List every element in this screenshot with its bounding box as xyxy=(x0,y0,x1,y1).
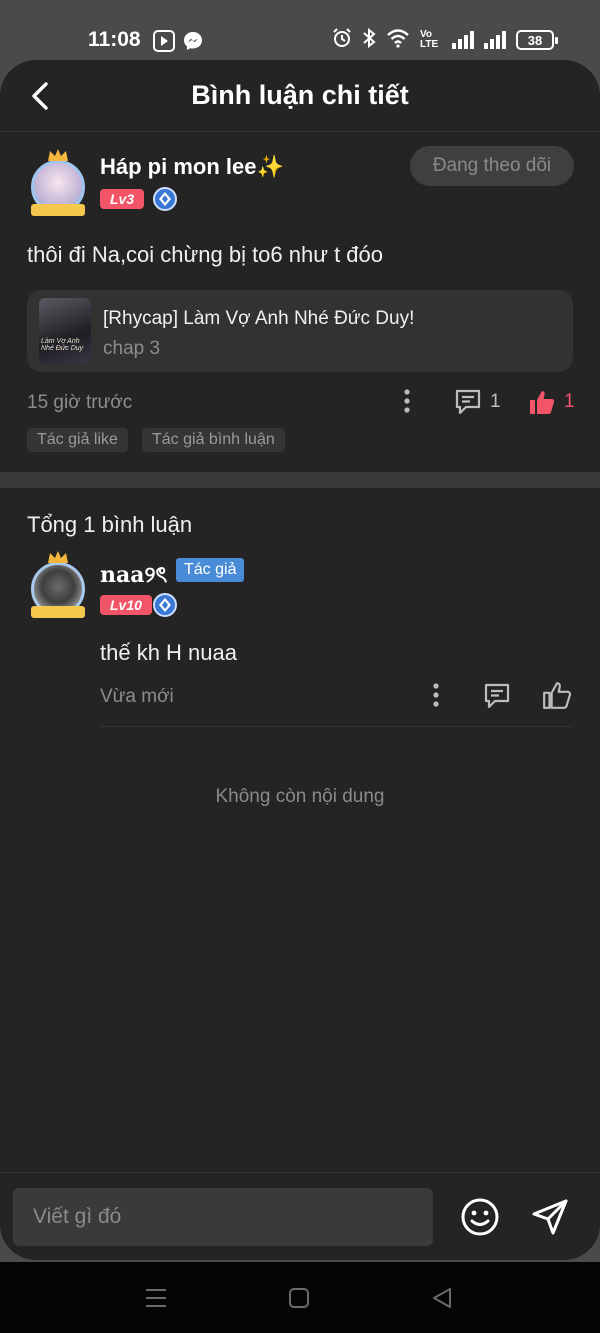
author-tag: Tác giả xyxy=(176,558,245,582)
comment-detail-sheet: Bình luận chi tiết Háp pi mon lee✨ Lv3 Đ… xyxy=(0,60,600,1260)
status-time: 11:08 xyxy=(88,28,141,51)
page-title: Bình luận chi tiết xyxy=(191,80,409,110)
chapter-subtitle: chap 3 xyxy=(103,338,161,359)
emoji-button[interactable] xyxy=(458,1195,502,1239)
crown-icon xyxy=(48,149,68,161)
battery-icon: 38 xyxy=(516,30,558,50)
verified-badge-icon xyxy=(153,593,177,617)
volte-label: Vo LTE xyxy=(420,29,439,50)
post-text: thôi đi Na,coi chừng bị to6 như t đóo xyxy=(27,242,384,267)
reply-author-name[interactable]: naa୨ৎ xyxy=(100,558,167,595)
post-more-button[interactable] xyxy=(398,388,416,414)
comment-icon xyxy=(484,683,510,709)
more-vertical-icon xyxy=(433,683,439,707)
menu-icon xyxy=(146,1289,166,1307)
bluetooth-icon xyxy=(362,27,376,53)
alarm-icon xyxy=(332,27,352,53)
reply-text: thế kh H nuaa xyxy=(100,640,237,665)
post-comment-button[interactable]: 1 xyxy=(454,388,501,416)
thumbs-up-filled-icon xyxy=(530,391,555,414)
reply-author-avatar[interactable] xyxy=(25,551,91,620)
send-icon xyxy=(532,1199,568,1235)
system-nav-bar xyxy=(0,1262,600,1333)
home-square-icon xyxy=(289,1288,309,1308)
messenger-icon xyxy=(182,30,204,52)
section-divider xyxy=(0,472,600,488)
total-comments-label: Tổng 1 bình luận xyxy=(27,512,193,537)
avatar-frame-ribbon xyxy=(31,204,85,216)
thumbs-up-icon xyxy=(543,682,572,709)
reply-divider xyxy=(100,726,573,727)
reply-more-button[interactable] xyxy=(427,682,445,708)
signal-icon-1 xyxy=(452,31,474,49)
comment-icon xyxy=(455,389,481,415)
follow-button[interactable]: Đang theo dõi xyxy=(410,146,574,186)
thumbnail-caption: Làm Vợ Anh Nhé Đức Duy xyxy=(41,338,84,352)
more-vertical-icon xyxy=(404,389,410,413)
top-bar: Bình luận chi tiết xyxy=(0,60,600,132)
back-triangle-icon xyxy=(433,1288,451,1308)
no-more-content-label: Không còn nội dung xyxy=(215,786,385,807)
media-app-icon xyxy=(153,30,175,52)
post-like-button[interactable]: 1 xyxy=(528,388,575,416)
emoji-smile-icon xyxy=(461,1198,499,1236)
nav-home-button[interactable] xyxy=(285,1284,313,1312)
reply-like-button[interactable] xyxy=(542,680,572,710)
nav-menu-button[interactable] xyxy=(142,1284,170,1312)
send-button[interactable] xyxy=(528,1195,572,1239)
post-author-avatar[interactable] xyxy=(25,149,91,218)
comment-input-bar xyxy=(0,1172,600,1260)
post-comment-count: 1 xyxy=(490,391,501,412)
signal-icon-2 xyxy=(484,31,506,49)
comment-input[interactable] xyxy=(13,1188,433,1246)
reply-comment-button[interactable] xyxy=(483,682,511,710)
post-like-count: 1 xyxy=(564,391,575,412)
post-time: 15 giờ trước xyxy=(27,392,133,413)
tag-author-comment: Tác giả bình luận xyxy=(142,428,285,452)
post-author-name[interactable]: Háp pi mon lee✨ xyxy=(100,154,284,180)
reply-level-badge: Lv10 xyxy=(100,595,152,615)
reply-time: Vừa mới xyxy=(100,686,174,707)
status-icons: Vo LTE 38 xyxy=(332,27,558,53)
crown-icon xyxy=(48,551,68,563)
avatar-frame-ribbon xyxy=(31,606,85,618)
verified-badge-icon xyxy=(153,187,177,211)
tag-author-like: Tác giả like xyxy=(27,428,128,452)
wifi-icon xyxy=(386,28,410,53)
chapter-thumbnail: Làm Vợ Anh Nhé Đức Duy xyxy=(39,298,91,364)
chapter-card[interactable]: Làm Vợ Anh Nhé Đức Duy [Rhycap] Làm Vợ A… xyxy=(27,290,573,372)
nav-back-button[interactable] xyxy=(428,1284,456,1312)
chapter-title: [Rhycap] Làm Vợ Anh Nhé Đức Duy! xyxy=(103,308,415,329)
level-badge: Lv3 xyxy=(100,189,145,209)
